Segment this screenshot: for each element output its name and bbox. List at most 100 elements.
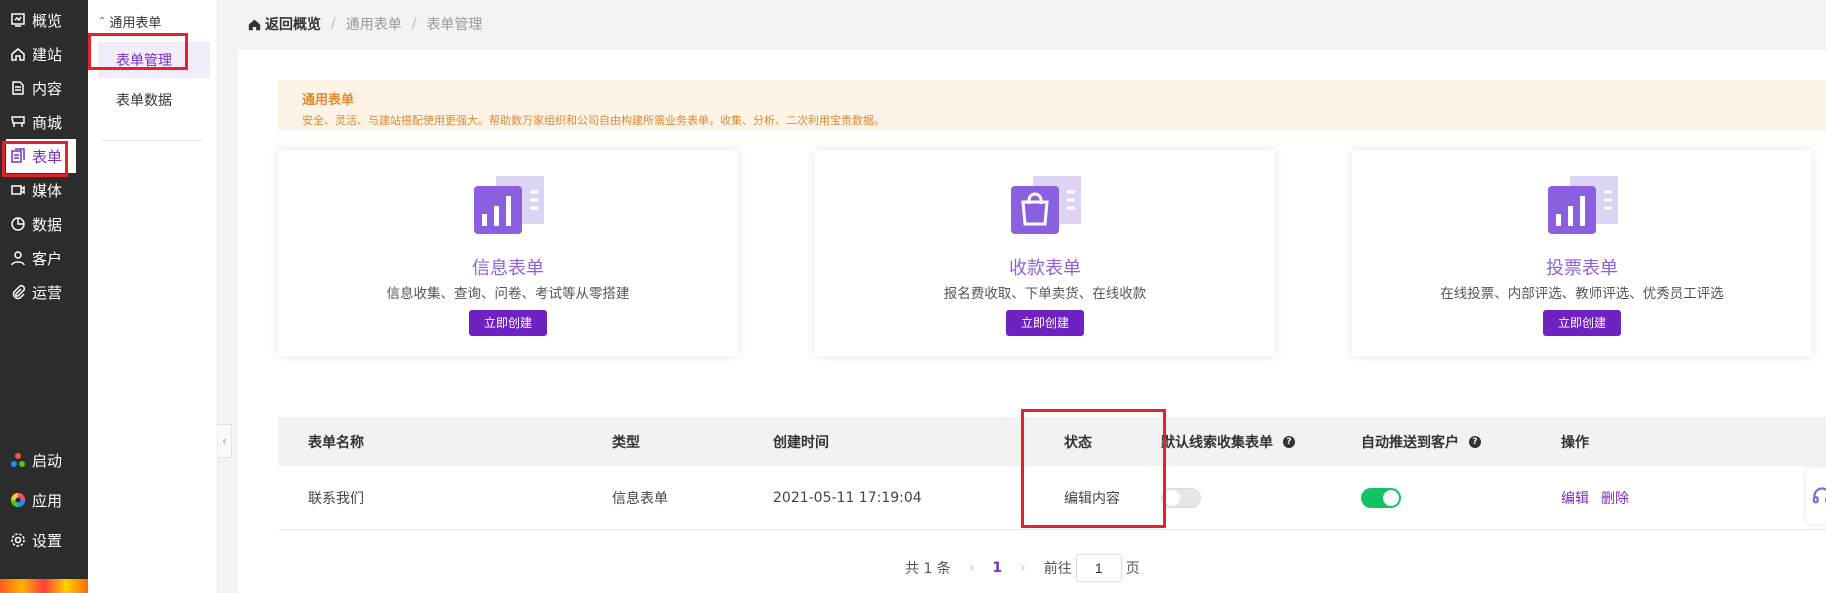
breadcrumb-home[interactable]: 返回概览	[248, 14, 321, 34]
main-nav: 概览 建站 内容 商城 表单 媒体 数据 客户 运营 启动 应用 设置	[0, 0, 88, 593]
nav-label: 商城	[32, 113, 63, 132]
help-icon[interactable]: ?	[1469, 435, 1481, 448]
card-title: 投票表单	[1546, 258, 1618, 279]
card-desc: 报名费收取、下单卖货、在线收款	[943, 286, 1147, 302]
cell-created: 2021-05-11 17:19:04	[773, 490, 922, 506]
nav-item-data[interactable]: 数据	[6, 207, 76, 241]
toggle-knob	[1383, 490, 1399, 506]
table-row: 联系我们 信息表单 2021-05-11 17:19:04 编辑内容 编辑 删除	[278, 466, 1826, 530]
notice-title: 通用表单	[302, 93, 355, 108]
cell-default-lead	[1161, 466, 1201, 530]
gear-icon	[11, 533, 25, 547]
collapse-handle[interactable]: ‹	[218, 424, 232, 458]
home-icon	[248, 19, 261, 30]
form-icon	[11, 148, 25, 163]
paperclip-icon	[12, 284, 26, 300]
cell-form-name: 联系我们	[308, 491, 364, 507]
col-form-name: 表单名称	[308, 434, 364, 451]
submenu-group-label: 通用表单	[109, 16, 162, 31]
edit-link[interactable]: 编辑	[1561, 488, 1589, 508]
nav-item-content[interactable]: 内容	[6, 71, 76, 105]
chevron-left-icon: ‹	[222, 434, 227, 448]
headset-icon	[1812, 487, 1826, 504]
video-icon	[11, 185, 25, 195]
col-type: 类型	[612, 434, 640, 451]
nav-label: 设置	[32, 531, 63, 550]
breadcrumb-home-label: 返回概览	[265, 17, 321, 33]
nav-item-form[interactable]: 表单	[6, 139, 76, 173]
col-auto-push: 自动推送到客户 ?	[1361, 417, 1481, 466]
col-created: 创建时间	[773, 434, 829, 451]
document-icon	[12, 81, 24, 95]
notice-text: 安全、灵活、与建站搭配使用更强大。帮助数万家组织和公司自由构建所需业务表单，收集…	[302, 114, 885, 127]
nav-label: 建站	[32, 45, 63, 64]
launch-icon	[11, 453, 25, 467]
card-payment-form: 收款表单 报名费收取、下单卖货、在线收款 立即创建	[815, 150, 1275, 356]
nav-label: 运营	[32, 283, 63, 302]
chevron-up-icon: ⌃	[98, 16, 107, 27]
submenu-item-form-data[interactable]: 表单数据	[98, 82, 210, 118]
pager-total: 共 1 条	[905, 561, 951, 577]
nav-item-launch[interactable]: 启动	[6, 443, 76, 477]
col-status: 状态	[1064, 434, 1092, 451]
auto-push-toggle[interactable]	[1361, 488, 1401, 508]
cell-auto-push	[1361, 466, 1401, 530]
nav-item-site[interactable]: 建站	[6, 37, 76, 71]
submenu-item-label: 表单管理	[116, 53, 172, 69]
nav-item-apps[interactable]: 应用	[6, 483, 76, 517]
nav-item-settings[interactable]: 设置	[6, 523, 76, 557]
pager-unit-label: 页	[1125, 561, 1140, 577]
pie-icon	[11, 217, 25, 231]
breadcrumb-separator: /	[331, 16, 336, 32]
submenu-item-form-manage[interactable]: 表单管理	[98, 42, 210, 78]
breadcrumb-item-current: 表单管理	[426, 17, 483, 33]
pager-prev-button[interactable]: ‹	[969, 560, 975, 576]
nav-label: 数据	[32, 215, 63, 234]
pager-goto-label: 前往	[1043, 561, 1072, 577]
pager-jump-input[interactable]	[1075, 554, 1122, 582]
pager-next-button[interactable]: ›	[1020, 560, 1026, 576]
pager-jump: 前往 页	[1044, 554, 1140, 582]
pagination: 共 1 条 ‹ 1 › 前往 页	[905, 554, 1140, 582]
nav-item-customer[interactable]: 客户	[6, 241, 76, 275]
nav-item-shop[interactable]: 商城	[6, 105, 76, 139]
overview-icon	[11, 13, 25, 27]
card-title: 信息表单	[472, 258, 544, 279]
card-info-form: 信息表单 信息收集、查询、问卷、考试等从零搭建 立即创建	[278, 150, 738, 356]
nav-label: 客户	[32, 249, 63, 268]
nav-item-overview[interactable]: 概览	[6, 3, 76, 37]
submenu-group[interactable]: ⌃ 通用表单	[98, 12, 161, 31]
nav-label: 概览	[32, 11, 63, 30]
help-icon[interactable]: ?	[1283, 435, 1295, 448]
nav-item-media[interactable]: 媒体	[6, 173, 76, 207]
card-desc: 在线投票、内部评选、教师评选、优秀员工评选	[1440, 286, 1724, 302]
default-lead-toggle[interactable]	[1161, 488, 1201, 508]
col-auto-push-label: 自动推送到客户	[1361, 434, 1459, 451]
col-default-lead: 默认线索收集表单 ?	[1161, 417, 1295, 466]
shopping-bag-icon	[1011, 176, 1081, 234]
divider	[102, 140, 202, 141]
bar-chart-icon	[474, 176, 544, 234]
create-vote-form-button[interactable]: 立即创建	[1542, 310, 1622, 336]
nav-label: 表单	[32, 147, 63, 166]
floating-service-button[interactable]	[1806, 468, 1826, 524]
pager-page-1[interactable]: 1	[992, 560, 1002, 576]
cart-icon	[11, 116, 25, 127]
user-icon	[11, 251, 25, 266]
toggle-knob	[1164, 490, 1180, 506]
create-info-form-button[interactable]: 立即创建	[468, 310, 548, 336]
nav-label: 内容	[32, 79, 63, 98]
delete-link[interactable]: 删除	[1601, 488, 1629, 508]
card-title: 收款表单	[1009, 258, 1081, 279]
card-vote-form: 投票表单 在线投票、内部评选、教师评选、优秀员工评选 立即创建	[1352, 150, 1812, 356]
breadcrumb-separator: /	[411, 16, 417, 32]
cell-actions: 编辑 删除	[1561, 466, 1629, 530]
nav-label: 应用	[32, 491, 63, 510]
nav-item-operation[interactable]: 运营	[6, 275, 76, 309]
create-payment-form-button[interactable]: 立即创建	[1005, 310, 1085, 336]
col-actions: 操作	[1561, 434, 1589, 451]
table-header: 表单名称 类型 创建时间 状态 默认线索收集表单 ? 自动推送到客户 ? 操作	[278, 417, 1826, 466]
decorative-flame	[0, 579, 88, 593]
breadcrumb-item[interactable]: 通用表单	[346, 14, 402, 34]
submenu: ⌃ 通用表单 表单管理 表单数据	[88, 0, 218, 593]
